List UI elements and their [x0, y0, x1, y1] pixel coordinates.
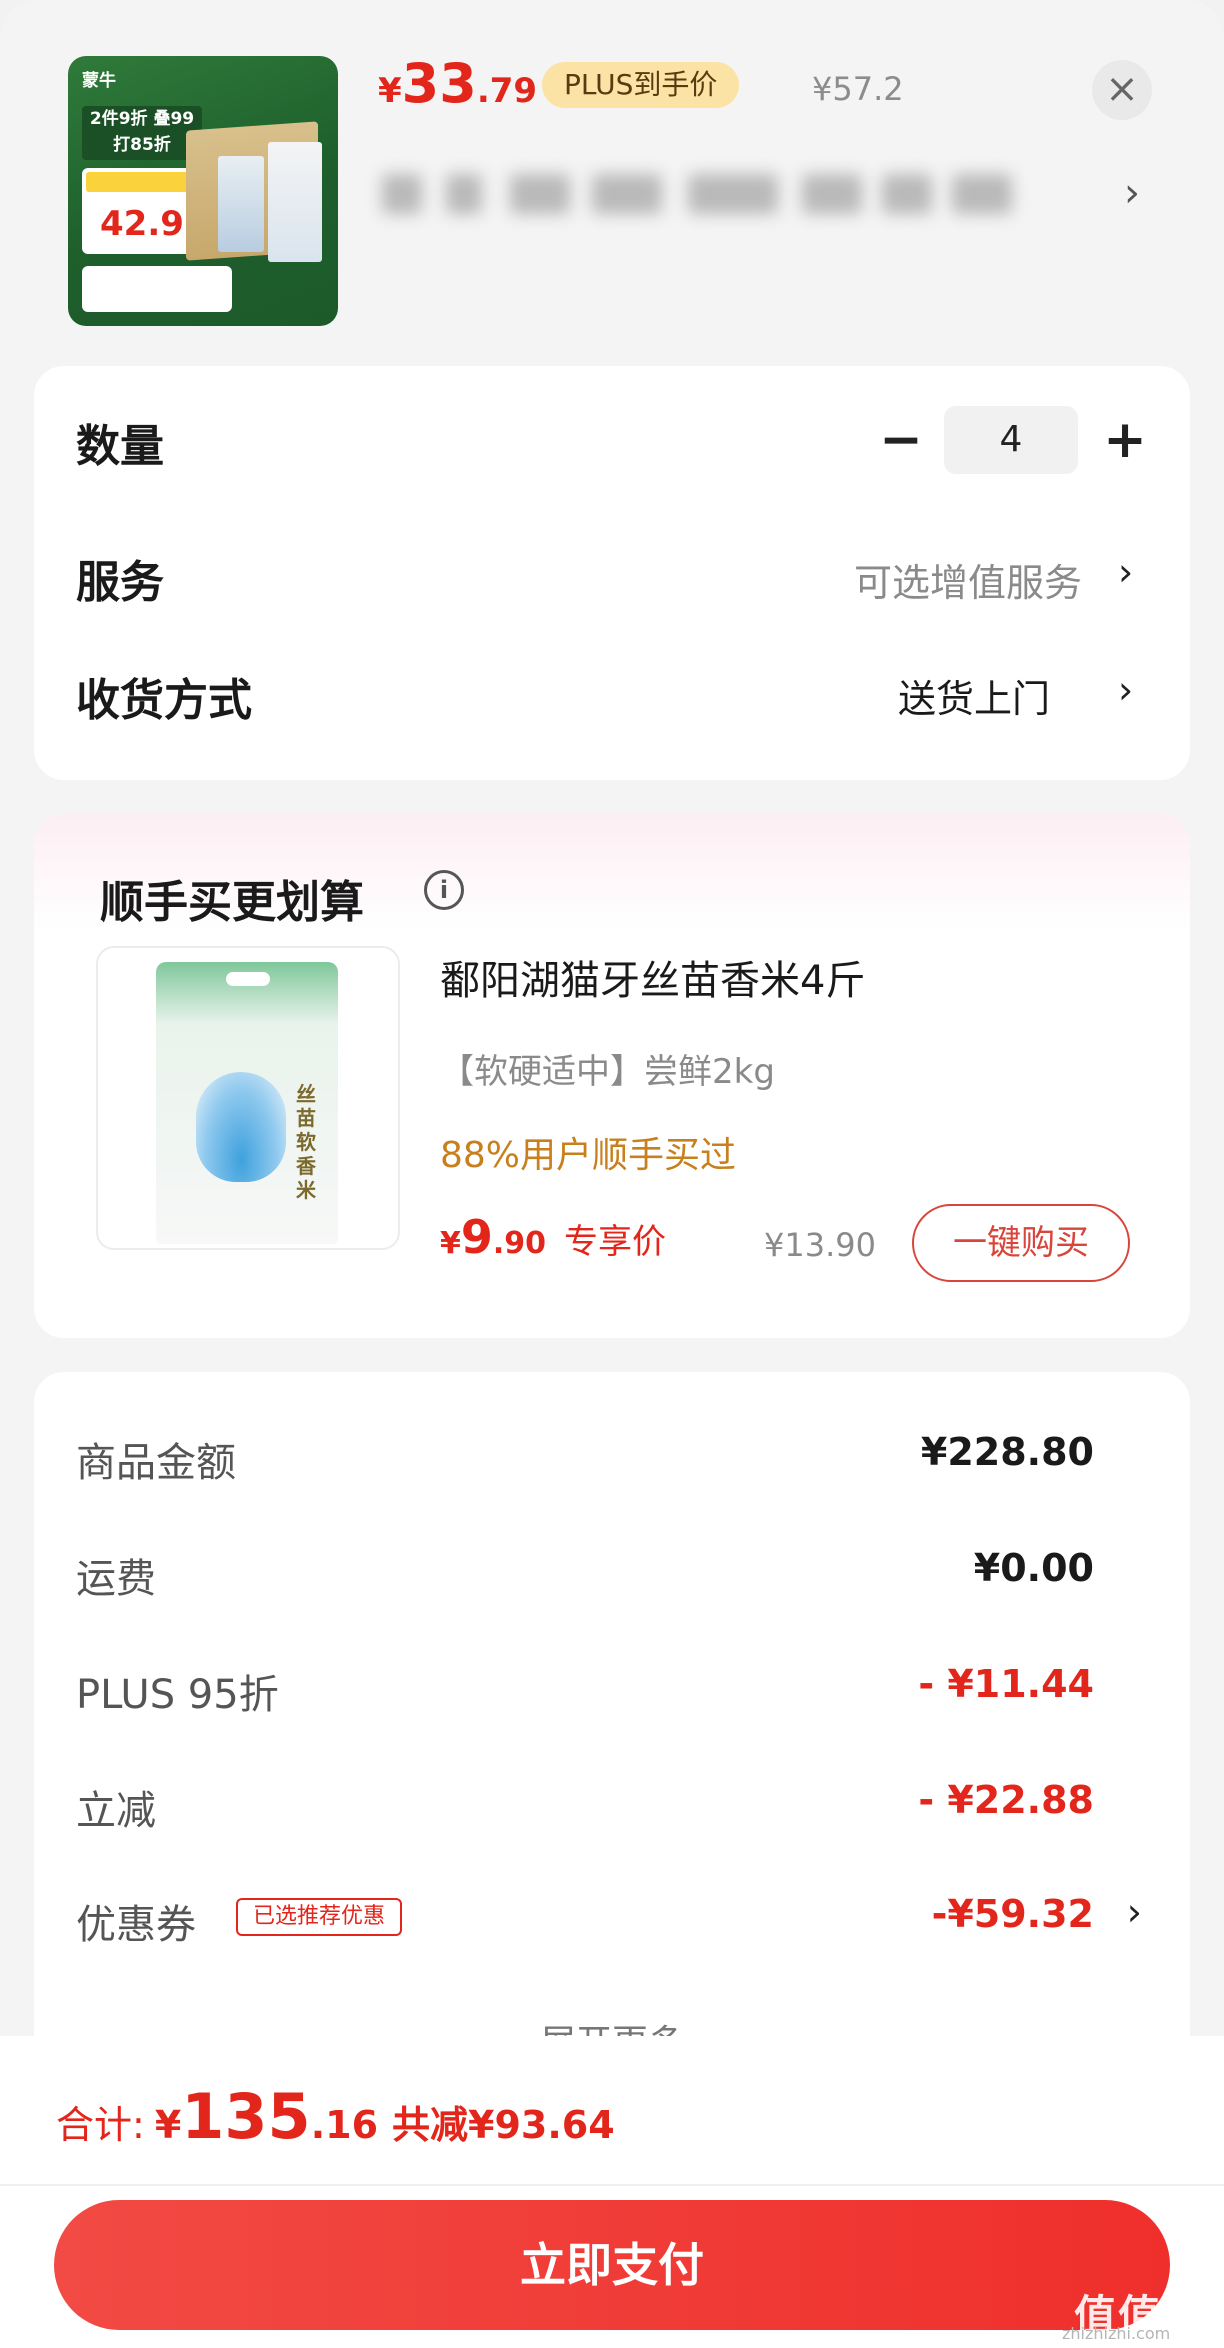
chevron-right-icon[interactable]: ›	[1124, 170, 1140, 216]
thumbnail-pricetag: 42.9	[82, 168, 202, 254]
summary-row-value: - ¥11.44	[918, 1662, 1094, 1706]
plus-icon[interactable]: +	[1100, 410, 1150, 470]
original-price: ¥57.2	[812, 70, 904, 108]
options-card: 数量 − 4 + 服务 可选增值服务 › 收货方式 送货上门 ›	[34, 366, 1190, 780]
total-price: 合计: ¥135.16 共减¥93.64	[56, 2080, 615, 2153]
price-currency: ¥	[378, 71, 402, 111]
summary-row-label: PLUS 95折	[76, 1672, 279, 1718]
checkout-sheet: 蒙牛 2件9折 叠99打85折 42.9 ¥33.79 PLUS到手价 ¥57.…	[0, 0, 1224, 2348]
product-name-blurred[interactable]	[382, 160, 1022, 228]
watermark-url: zhizhizhi.com	[1062, 2324, 1171, 2343]
price-summary-card: 商品金额 ¥228.80 运费 ¥0.00 PLUS 95折 - ¥11.44 …	[34, 1372, 1190, 2092]
chevron-right-icon[interactable]: ›	[1118, 668, 1133, 712]
total-label: 合计:	[56, 2103, 145, 2147]
rice-thumbnail[interactable]: 丝苗软香米	[96, 946, 400, 1250]
product-header: 蒙牛 2件9折 叠99打85折 42.9 ¥33.79 PLUS到手价 ¥57.…	[0, 0, 1224, 366]
divider	[0, 2184, 1224, 2186]
pay-now-button[interactable]: 立即支付	[54, 2200, 1170, 2330]
recommend-item-name[interactable]: 鄱阳湖猫牙丝苗香米4斤	[440, 948, 865, 1006]
recommend-item-spec: 【软硬适中】尝鲜2kg	[440, 1052, 775, 1092]
recommend-original-price: ¥13.90	[764, 1226, 876, 1264]
checkout-footer: 合计: ¥135.16 共减¥93.64 立即支付	[0, 2036, 1224, 2348]
coupon-value[interactable]: -¥59.32	[932, 1892, 1094, 1936]
thumbnail-promo: 2件9折 叠99打85折	[82, 106, 202, 160]
delivery-value[interactable]: 送货上门	[898, 668, 1050, 723]
summary-row-value: ¥228.80	[920, 1430, 1094, 1474]
summary-row-label: 商品金额	[76, 1440, 236, 1486]
service-label: 服务	[76, 557, 164, 608]
close-icon[interactable]: ×	[1092, 60, 1152, 120]
recommend-card: 顺手买更划算 i 丝苗软香米 鄱阳湖猫牙丝苗香米4斤 【软硬适中】尝鲜2kg 8…	[34, 814, 1190, 1338]
plus-price-badge: PLUS到手价	[542, 62, 740, 108]
milk-carton-image	[218, 156, 264, 252]
recommend-price: ¥9.90 专享价	[440, 1210, 667, 1264]
rice-bag-image: 丝苗软香米	[156, 962, 338, 1244]
milk-carton-image	[268, 142, 322, 262]
recommend-title: 顺手买更划算	[100, 877, 364, 928]
thumbnail-price: 42.9	[100, 204, 184, 244]
summary-row-label: 运费	[76, 1556, 156, 1602]
price-decimal: .79	[476, 71, 538, 111]
quantity-label: 数量	[76, 421, 164, 472]
coupon-recommend-badge: 已选推荐优惠	[236, 1898, 402, 1936]
quantity-input[interactable]: 4	[944, 406, 1078, 474]
price-integer: 33	[401, 52, 477, 115]
minus-icon[interactable]: −	[876, 410, 926, 470]
thumbnail-badge	[82, 266, 232, 312]
delivery-label: 收货方式	[76, 675, 252, 726]
service-value[interactable]: 可选增值服务	[854, 552, 1082, 607]
summary-row-value: - ¥22.88	[918, 1778, 1094, 1822]
summary-row-label: 优惠券	[76, 1902, 196, 1948]
product-thumbnail[interactable]: 蒙牛 2件9折 叠99打85折 42.9	[68, 56, 338, 326]
chevron-right-icon[interactable]: ›	[1118, 550, 1133, 594]
total-saved: 共减¥93.64	[392, 2103, 615, 2147]
thumbnail-brand: 蒙牛	[82, 71, 116, 91]
summary-row-label: 立减	[76, 1788, 156, 1834]
rice-bag-label: 丝苗软香米	[296, 1082, 316, 1202]
recommend-social-proof: 88%用户顺手买过	[440, 1135, 737, 1176]
one-click-buy-button[interactable]: 一键购买	[912, 1204, 1130, 1282]
exclusive-price-tag: 专享价	[564, 1222, 667, 1262]
summary-row-value: ¥0.00	[973, 1546, 1094, 1590]
info-icon[interactable]: i	[424, 870, 464, 910]
chevron-right-icon[interactable]: ›	[1127, 1890, 1142, 1934]
product-price: ¥33.79	[378, 52, 538, 115]
